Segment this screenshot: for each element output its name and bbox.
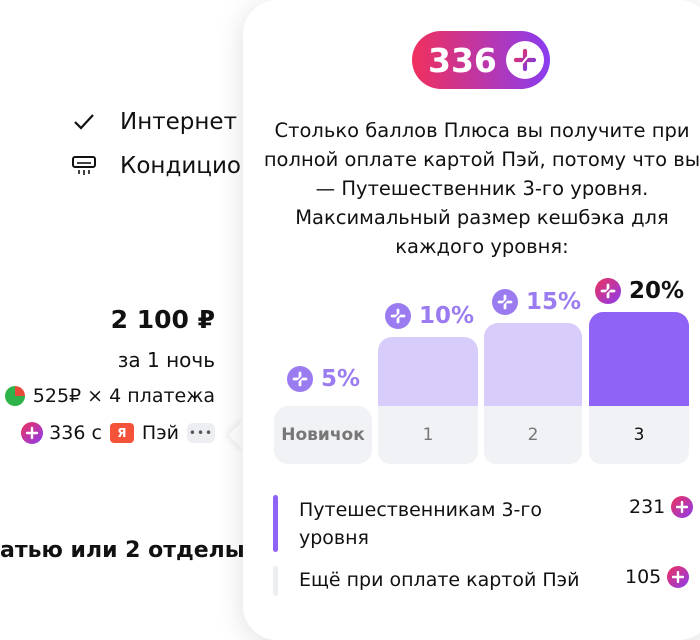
row-accent-line xyxy=(273,566,278,596)
percent-label: 15% xyxy=(526,289,582,315)
percent-label: 20% xyxy=(629,278,685,304)
split-icon xyxy=(4,386,25,406)
row-label: Путешественникам 3-го уровня xyxy=(299,499,543,549)
row-label: Ещё при оплате картой Пэй xyxy=(299,569,580,591)
cashback-description: Столько баллов Плюса вы получите при пол… xyxy=(263,119,700,258)
level-1-bar xyxy=(378,337,478,406)
split-text: 525₽ × 4 платежа xyxy=(32,385,215,407)
amenity-air-conditioner: Кондицио xyxy=(70,152,241,180)
row-value-text: 231 xyxy=(629,496,666,518)
percent-label: 10% xyxy=(419,303,475,329)
badge-value: 336 xyxy=(428,40,497,80)
plus-icon xyxy=(505,41,544,79)
level-1-percent: 10% xyxy=(385,303,474,329)
amenity-label: Кондицио xyxy=(120,153,241,179)
level-3-bar xyxy=(589,312,689,406)
plus-icon xyxy=(595,278,621,304)
level-2-label: 2 xyxy=(484,406,582,464)
split-payment[interactable]: 525₽ × 4 платежа xyxy=(4,385,215,407)
plus-icon xyxy=(671,496,694,518)
air-conditioner-icon xyxy=(70,152,98,180)
level-2-percent: 15% xyxy=(492,289,581,315)
hotel-card: Интернет Кондицио 2 100 ₽ за 1 ночь 525₽… xyxy=(0,0,260,615)
plus-points-icon xyxy=(21,422,44,444)
plus-icon xyxy=(492,289,518,315)
price-period: за 1 ночь xyxy=(117,348,215,372)
level-3-percent: 20% xyxy=(595,278,684,304)
more-info-button[interactable]: ••• xyxy=(187,423,215,443)
price: 2 100 ₽ xyxy=(110,305,215,334)
level-3-label: 3 xyxy=(589,406,689,464)
amenity-internet: Интернет xyxy=(70,108,237,136)
room-description-text: атью или 2 отделы xyxy=(0,538,245,563)
amenity-label: Интернет xyxy=(120,109,237,135)
row-value: 105 xyxy=(625,566,690,588)
level-0-label: Новичок xyxy=(274,406,372,464)
check-icon xyxy=(70,108,98,136)
pay-label: Пэй xyxy=(141,422,179,444)
row-value: 231 xyxy=(629,496,694,518)
plus-points-line[interactable]: 336 с Я Пэй ••• xyxy=(21,422,215,444)
level-1-label: 1 xyxy=(378,406,478,464)
plus-icon xyxy=(385,303,411,329)
row-accent-line xyxy=(273,495,278,552)
level-0-percent: 5% xyxy=(287,366,360,392)
points-prefix: 336 с xyxy=(49,422,102,444)
points-badge: 336 xyxy=(412,31,550,89)
yandex-pay-logo: Я xyxy=(109,423,134,443)
percent-label: 5% xyxy=(321,366,361,392)
level-2-bar xyxy=(484,323,582,406)
row-value-text: 105 xyxy=(625,566,662,588)
plus-icon xyxy=(287,366,313,392)
plus-icon xyxy=(667,566,690,588)
